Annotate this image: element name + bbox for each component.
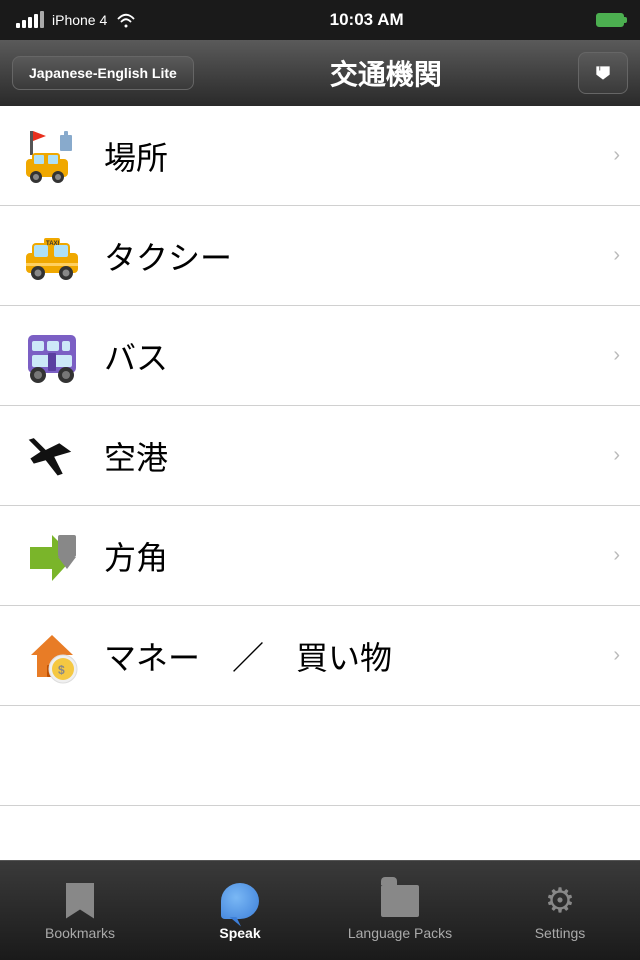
tab-language-packs[interactable]: Language Packs — [320, 873, 480, 949]
item-label: タクシー — [104, 233, 232, 279]
item-label: 空港 — [104, 433, 168, 479]
empty-row — [0, 806, 640, 860]
item-label: 方角 — [104, 533, 168, 579]
back-button[interactable]: Japanese-English Lite — [12, 56, 194, 90]
tab-bar: Bookmarks Speak Language Packs ⚙ Setting… — [0, 860, 640, 960]
action-button[interactable] — [578, 52, 628, 94]
chevron-icon: › — [613, 444, 620, 467]
list-item[interactable]: 場所 › — [0, 106, 640, 206]
tab-speak-label: Speak — [219, 925, 260, 941]
bus-icon — [20, 324, 84, 388]
chevron-icon: › — [613, 644, 620, 667]
nav-title: 交通機関 — [206, 53, 566, 93]
chevron-icon: › — [613, 344, 620, 367]
tab-settings-label: Settings — [535, 925, 586, 941]
carrier-name: iPhone 4 — [52, 12, 107, 28]
status-bar: iPhone 4 10:03 AM — [0, 0, 640, 40]
list-container: 場所 › TAXI — [0, 106, 640, 860]
chevron-icon: › — [613, 544, 620, 567]
main-content: 場所 › TAXI — [0, 106, 640, 860]
signal-icon — [16, 12, 44, 28]
item-label: マネー ／ 買い物 — [104, 633, 392, 679]
taxi-icon: TAXI — [20, 224, 84, 288]
nav-bar: Japanese-English Lite 交通機関 — [0, 40, 640, 106]
money-icon: $ — [20, 624, 84, 688]
item-label: 場所 — [104, 133, 168, 179]
status-time: 10:03 AM — [330, 10, 404, 30]
airport-icon — [20, 424, 84, 488]
folder-tab-icon — [380, 881, 420, 921]
tab-bookmarks[interactable]: Bookmarks — [0, 873, 160, 949]
battery-icon — [596, 13, 624, 27]
list-item[interactable]: $ マネー ／ 買い物 › — [0, 606, 640, 706]
wifi-icon — [115, 12, 137, 28]
tab-speak[interactable]: Speak — [160, 873, 320, 949]
places-icon — [20, 124, 84, 188]
chevron-icon: › — [613, 244, 620, 267]
tab-settings[interactable]: ⚙ Settings — [480, 873, 640, 949]
list-item[interactable]: 方角 › — [0, 506, 640, 606]
gear-tab-icon: ⚙ — [540, 881, 580, 921]
tag-icon — [593, 61, 613, 85]
item-label: バス — [104, 333, 168, 379]
list-item[interactable]: 空港 › — [0, 406, 640, 506]
direction-icon — [20, 524, 84, 588]
tab-language-packs-label: Language Packs — [348, 925, 452, 941]
tab-bookmarks-label: Bookmarks — [45, 925, 115, 941]
speak-tab-icon — [220, 881, 260, 921]
svg-text:$: $ — [58, 663, 65, 677]
list-item[interactable]: バス › — [0, 306, 640, 406]
status-left: iPhone 4 — [16, 12, 137, 28]
list-item[interactable]: TAXI タクシー › — [0, 206, 640, 306]
chevron-icon: › — [613, 144, 620, 167]
bookmark-tab-icon — [60, 881, 100, 921]
empty-row — [0, 706, 640, 806]
status-right — [596, 13, 624, 27]
